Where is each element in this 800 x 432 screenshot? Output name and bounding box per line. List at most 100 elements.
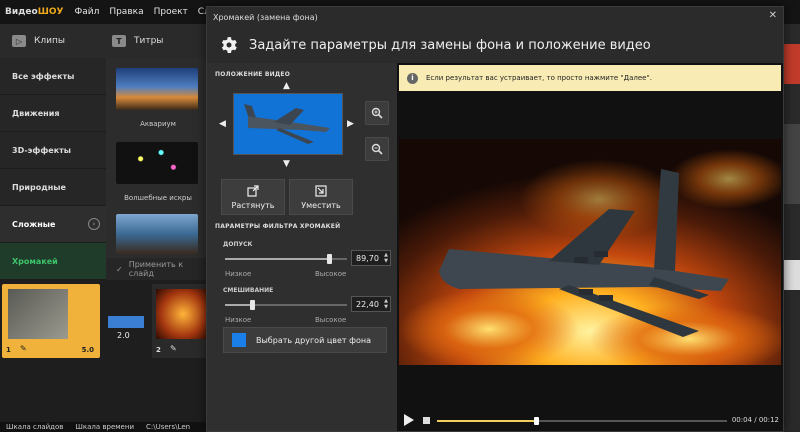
- slide-timeline: 1 ✎ 5.0 2.0 2 ✎: [0, 280, 210, 422]
- zoom-in-button[interactable]: [365, 101, 389, 125]
- playback-progress[interactable]: [437, 417, 727, 425]
- project-path: C:\Users\Len: [146, 423, 191, 431]
- category-complex-label: Сложные: [12, 219, 56, 229]
- side-thumbnail: [784, 44, 800, 84]
- blending-min-label: Низкое: [225, 316, 252, 324]
- choose-color-label: Выбрать другой цвет фона: [256, 335, 371, 345]
- zoom-in-icon: [371, 107, 383, 119]
- stop-icon[interactable]: [423, 417, 430, 424]
- slide-2[interactable]: 2 ✎: [152, 284, 210, 358]
- effect-label-aquarium: Аквариум: [140, 120, 176, 128]
- category-all-effects[interactable]: Все эффекты: [0, 58, 106, 95]
- right-panel-strip: [782, 24, 800, 432]
- slide-1[interactable]: 1 ✎ 5.0: [2, 284, 100, 358]
- category-chromakey[interactable]: Хромакей: [0, 243, 106, 280]
- stretch-button[interactable]: Растянуть: [221, 179, 285, 215]
- tolerance-label: ДОПУСК: [223, 241, 253, 248]
- blending-slider-handle[interactable]: [249, 300, 255, 310]
- tab-titles-label: Титры: [134, 36, 164, 46]
- category-complex[interactable]: Сложные ›: [0, 206, 106, 243]
- tolerance-spinbox[interactable]: 89,70 ▲ ▼: [351, 250, 391, 266]
- effect-thumb-pier[interactable]: [116, 214, 198, 254]
- playback-controls: 00:04 / 00:12: [397, 409, 783, 431]
- titles-icon: T: [112, 35, 126, 47]
- menu-edit[interactable]: Правка: [104, 7, 148, 17]
- tolerance-slider[interactable]: [225, 254, 347, 264]
- pencil-icon[interactable]: ✎: [20, 344, 27, 353]
- chevron-right-icon[interactable]: ›: [88, 218, 100, 230]
- section-chromakey-filter: ПАРАМЕТРЫ ФИЛЬТРА ХРОМАКЕЙ: [215, 223, 341, 230]
- playback-progress-fill: [437, 420, 536, 422]
- apply-to-slide-bar[interactable]: ✓ Применить к слайд: [106, 258, 210, 280]
- menu-file[interactable]: Файл: [69, 7, 104, 17]
- tab-clips[interactable]: ▷ Клипы: [0, 24, 100, 58]
- transition-marker[interactable]: [108, 316, 144, 328]
- slide-duration: 5.0: [81, 346, 94, 354]
- effect-label-magic-sparks: Волшебные искры: [124, 194, 192, 202]
- check-icon: ✓: [116, 264, 123, 274]
- app-tabs: ▷ Клипы T Титры: [0, 24, 210, 58]
- tolerance-value: 89,70: [356, 253, 379, 263]
- arrow-down-icon[interactable]: ▼: [283, 159, 290, 169]
- arrow-up-icon[interactable]: ▲: [283, 81, 290, 91]
- playback-progress-handle[interactable]: [533, 417, 539, 425]
- tolerance-min-label: Низкое: [225, 270, 252, 278]
- category-nature[interactable]: Природные: [0, 169, 106, 206]
- dialog-title: Хромакей (замена фона): [213, 12, 318, 22]
- choose-background-color-button[interactable]: Выбрать другой цвет фона: [223, 327, 387, 353]
- slide-number: 2: [156, 346, 161, 354]
- section-video-position: ПОЛОЖЕНИЕ ВИДЕО: [215, 71, 291, 78]
- effects-gallery: Аквариум Волшебные искры: [106, 58, 210, 280]
- blending-label: СМЕШИВАНИЕ: [223, 287, 274, 294]
- time-readout: 00:04 / 00:12: [731, 416, 779, 424]
- arrow-right-icon[interactable]: ▶: [347, 119, 354, 129]
- video-preview[interactable]: [399, 139, 781, 365]
- tolerance-slider-handle[interactable]: [326, 254, 332, 264]
- dialog-heading: Задайте параметры для замены фона и поло…: [249, 37, 651, 53]
- settings-panel: ПОЛОЖЕНИЕ ВИДЕО ▲ ◀ ▶ ▼ Растянуть Умести…: [207, 63, 397, 431]
- tab-clips-label: Клипы: [34, 36, 65, 46]
- position-preview[interactable]: [233, 93, 343, 155]
- play-icon[interactable]: [403, 414, 415, 426]
- pencil-icon[interactable]: ✎: [170, 344, 177, 353]
- blending-slider[interactable]: [225, 300, 347, 310]
- stretch-label: Растянуть: [231, 200, 275, 210]
- scrollbar-thumb[interactable]: [784, 260, 800, 290]
- blending-value: 22,40: [356, 299, 379, 309]
- spin-arrows-icon[interactable]: ▲ ▼: [384, 298, 388, 310]
- fit-label: Уместить: [301, 200, 341, 210]
- tab-slide-scale[interactable]: Шкала слайдов: [0, 423, 69, 431]
- zoom-out-button[interactable]: [365, 137, 389, 161]
- clips-icon: ▷: [12, 35, 26, 47]
- hint-banner: i Если результат вас устраивает, то прос…: [399, 65, 781, 91]
- side-thumbnail: [784, 124, 800, 204]
- chromakey-dialog: Хромакей (замена фона) ✕ Задайте парамет…: [206, 6, 784, 432]
- blending-max-label: Высокое: [315, 316, 347, 324]
- blending-spinbox[interactable]: 22,40 ▲ ▼: [351, 296, 391, 312]
- effect-thumb-magic-sparks[interactable]: [116, 142, 198, 184]
- menu-project[interactable]: Проект: [149, 7, 193, 17]
- dialog-header: Задайте параметры для замены фона и поло…: [207, 27, 783, 63]
- bottom-tabs: Шкала слайдов Шкала времени C:\Users\Len: [0, 422, 210, 432]
- category-motion[interactable]: Движения: [0, 95, 106, 132]
- tab-titles[interactable]: T Титры: [100, 24, 200, 58]
- expand-icon: [247, 184, 259, 197]
- arrow-left-icon[interactable]: ◀: [219, 119, 226, 129]
- zoom-out-icon: [371, 143, 383, 155]
- gear-icon: [221, 37, 237, 54]
- apply-to-slide-label: Применить к слайд: [128, 260, 184, 278]
- effect-thumb-aquarium[interactable]: [116, 68, 198, 110]
- plane-thumbnail: [244, 104, 330, 144]
- close-icon[interactable]: ✕: [769, 10, 777, 21]
- transition-duration: 2.0: [117, 331, 130, 340]
- spin-arrows-icon[interactable]: ▲ ▼: [384, 252, 388, 264]
- app-logo: ВидеоШОУ: [5, 7, 64, 17]
- color-swatch: [232, 333, 246, 347]
- info-icon: i: [407, 72, 418, 84]
- tolerance-max-label: Высокое: [315, 270, 347, 278]
- blending-slider-fill: [225, 304, 252, 306]
- category-3d[interactable]: 3D-эффекты: [0, 132, 106, 169]
- fit-icon: [315, 184, 327, 197]
- fit-button[interactable]: Уместить: [289, 179, 353, 215]
- tab-time-scale[interactable]: Шкала времени: [69, 423, 140, 431]
